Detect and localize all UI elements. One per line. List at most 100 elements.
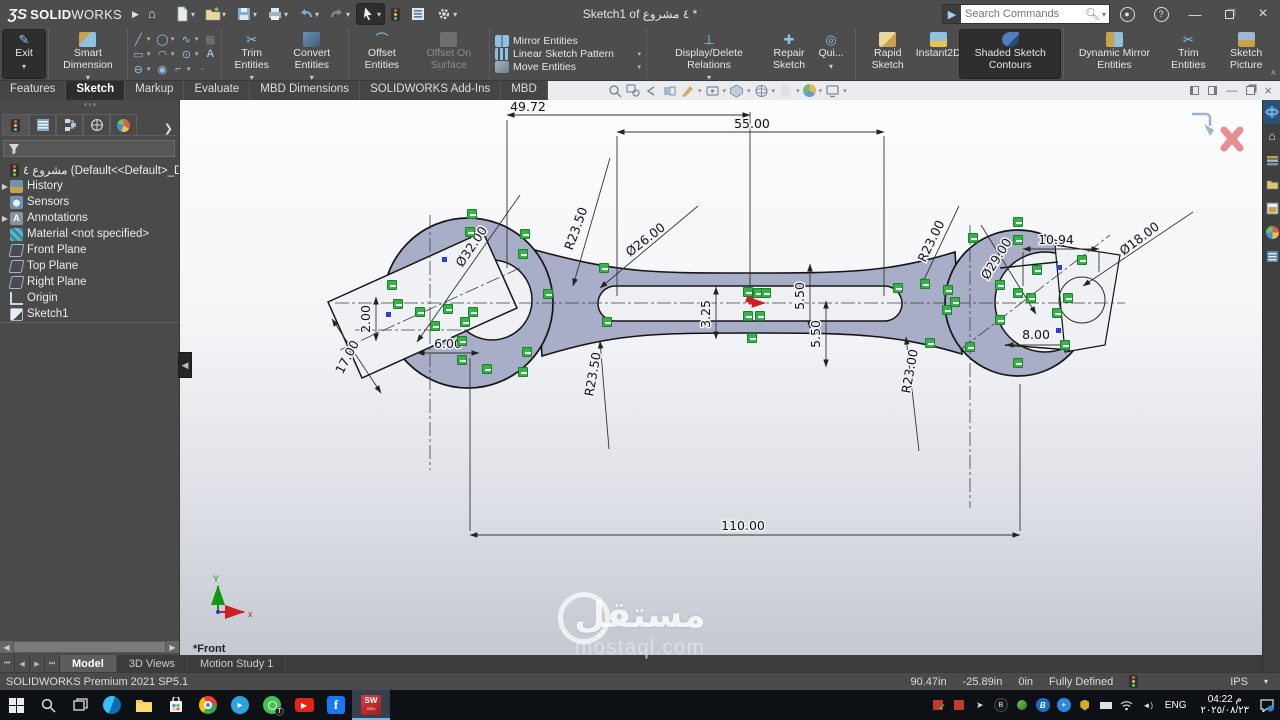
dim-d18-00[interactable]: Ø18.00	[1117, 219, 1163, 258]
appearances-caret[interactable]: ▾	[796, 87, 800, 95]
dim-r23-50-bottom[interactable]: R23.50	[581, 351, 604, 397]
scroll-left-button[interactable]: ◀	[0, 641, 13, 653]
hide-show-items-icon[interactable]	[705, 84, 720, 98]
rebuild-button[interactable]	[388, 6, 403, 23]
telegram-taskbar-icon[interactable]: ▸	[224, 690, 256, 720]
scene-icon[interactable]	[803, 84, 816, 97]
view-palette-button[interactable]	[1263, 196, 1280, 220]
rapid-sketch-button[interactable]: Rapid Sketch	[859, 30, 916, 78]
smart-dimension-button[interactable]: Smart Dimension ▾	[52, 30, 124, 78]
dim-10-94[interactable]: 10.94	[1038, 232, 1074, 247]
linear-pattern-caret[interactable]: ▾	[637, 50, 641, 58]
exit-sketch-corner-icon[interactable]	[1192, 114, 1210, 126]
tab-mbd-dimensions[interactable]: MBD Dimensions	[250, 81, 360, 100]
tree-item-front-plane[interactable]: Front Plane	[0, 242, 179, 258]
edge-taskbar-icon[interactable]	[96, 690, 128, 720]
view-orientation-caret[interactable]: ▾	[772, 87, 776, 95]
print-dropdown-caret[interactable]: ▾	[284, 10, 288, 19]
tree-root-part[interactable]: مشروع ٤ (Default<<Default>_Display	[0, 162, 179, 178]
view-settings-caret[interactable]: ▾	[843, 87, 847, 95]
circle-tool[interactable]: ◯	[155, 32, 170, 46]
tree-item-history[interactable]: ▶ History	[0, 178, 179, 194]
help-button[interactable]: ?	[1144, 0, 1178, 28]
sketch-canvas[interactable]: 49.72 55.00 110.00 R23.50 Ø26.00 Ø32.00 …	[180, 100, 1262, 655]
linear-sketch-pattern-button[interactable]: Linear Sketch Pattern ▾	[493, 48, 643, 60]
dim-49-72[interactable]: 49.72	[510, 100, 546, 114]
trim-entities-2-button[interactable]: ✂ Trim Entities	[1161, 30, 1215, 78]
view-orientation-icon[interactable]	[754, 84, 769, 98]
telegram-tray-icon[interactable]: ➤	[973, 698, 987, 712]
panel-grip[interactable]	[84, 103, 96, 107]
chrome-taskbar-icon[interactable]	[192, 690, 224, 720]
tile-right-icon[interactable]	[1208, 86, 1217, 95]
instant2d-button[interactable]: Instant2D	[916, 30, 960, 78]
restore-button[interactable]	[1212, 0, 1246, 28]
tree-item-right-plane[interactable]: Right Plane	[0, 274, 179, 290]
tree-item-annotations[interactable]: ▶ A Annotations	[0, 210, 179, 226]
file-properties-button[interactable]	[407, 4, 429, 24]
bluetooth-tray-icon[interactable]: B	[1036, 698, 1050, 712]
taskbar-search-button[interactable]	[32, 690, 64, 720]
tab-nav-last[interactable]: ⏭	[45, 655, 60, 672]
quick-snaps-caret[interactable]: ▾	[829, 61, 833, 73]
annotation-caret[interactable]: ▾	[698, 87, 702, 95]
arc-caret[interactable]: ▾	[171, 50, 178, 58]
scroll-thumb[interactable]	[14, 642, 165, 652]
quick-snaps-button[interactable]: ◎ Qui... ▾	[810, 30, 852, 78]
tree-item-origin[interactable]: Origin	[0, 290, 179, 306]
tab-nav-next[interactable]: ▶	[30, 655, 45, 672]
rectangle-caret[interactable]: ▾	[147, 50, 154, 58]
menu-expand-arrow[interactable]: ▶	[132, 9, 139, 20]
propertymanager-tab[interactable]	[29, 114, 56, 135]
panel-collapse-handle[interactable]: ◀	[178, 352, 192, 378]
fillet-tool[interactable]: ◉	[155, 62, 170, 76]
doc-close-button[interactable]: ×	[1264, 83, 1272, 98]
move-entities-button[interactable]: Move Entities ▾	[493, 61, 643, 73]
exit-dropdown-caret[interactable]: ▾	[22, 61, 26, 73]
dim-5-50-b[interactable]: 5.50	[808, 320, 823, 348]
tab-sketch[interactable]: Sketch	[66, 81, 125, 100]
units-caret[interactable]: ▾	[1264, 677, 1268, 686]
appearances-icon[interactable]	[778, 84, 793, 98]
dimxpertmanager-tab[interactable]	[83, 114, 110, 135]
rectangle-tool[interactable]: ▭	[131, 47, 146, 61]
spline-tool[interactable]: ∿	[179, 32, 194, 46]
display-style-icon[interactable]	[729, 84, 744, 98]
annotation-view-icon[interactable]	[680, 84, 695, 98]
line-tool[interactable]: ╱	[131, 32, 146, 46]
tree-item-top-plane[interactable]: Top Plane	[0, 258, 179, 274]
save-button[interactable]: ▾	[233, 4, 260, 24]
dim-8-00[interactable]: 8.00	[1022, 327, 1050, 342]
custom-properties-button[interactable]	[1263, 244, 1280, 268]
tab-markup[interactable]: Markup	[125, 81, 184, 100]
section-view-icon[interactable]	[662, 84, 677, 98]
tile-left-icon[interactable]	[1190, 86, 1199, 95]
dim-110-00[interactable]: 110.00	[721, 518, 765, 533]
dim-6-00[interactable]: 6.00	[434, 336, 462, 351]
ribbon-collapse-chevron[interactable]: ˄	[1271, 68, 1276, 78]
configurationmanager-tab[interactable]	[56, 114, 83, 135]
battery-tray-icon[interactable]	[1099, 698, 1113, 712]
slot-tool[interactable]: ⊖	[131, 62, 146, 76]
facebook-taskbar-icon[interactable]: f	[320, 690, 352, 720]
design-library-button[interactable]	[1263, 148, 1280, 172]
annotations-expand-arrow[interactable]: ▶	[0, 214, 10, 223]
graphics-viewport[interactable]: 49.72 55.00 110.00 R23.50 Ø26.00 Ø32.00 …	[180, 100, 1262, 655]
solidworks-resources-button[interactable]: ⌂	[1263, 124, 1280, 148]
motion-study-tab[interactable]: Motion Study 1	[188, 655, 286, 672]
point-tool[interactable]: ·	[195, 62, 210, 76]
tree-item-sensors[interactable]: Sensors	[0, 194, 179, 210]
new-document-button[interactable]: ▾	[171, 4, 198, 24]
dim-r23-00-bottom[interactable]: R23.00	[898, 348, 921, 394]
panel-tabs-overflow[interactable]: ❯	[160, 122, 177, 135]
convert-entities-button[interactable]: Convert Entities ▾	[279, 30, 345, 78]
spline-caret[interactable]: ▾	[195, 35, 202, 43]
shaded-sketch-contours-button[interactable]: Shaded Sketch Contours	[960, 30, 1060, 78]
select-dropdown-caret[interactable]: ▾	[377, 10, 381, 19]
view-settings-icon[interactable]	[825, 84, 840, 98]
repair-sketch-button[interactable]: ✚ Repair Sketch	[768, 30, 810, 78]
chamfer-tool[interactable]: ⌐	[171, 62, 186, 76]
language-indicator[interactable]: ENG	[1162, 700, 1190, 711]
solidworks-taskbar-icon[interactable]: SW2021	[352, 690, 390, 720]
tree-item-sketch1[interactable]: Sketch1	[0, 306, 179, 322]
